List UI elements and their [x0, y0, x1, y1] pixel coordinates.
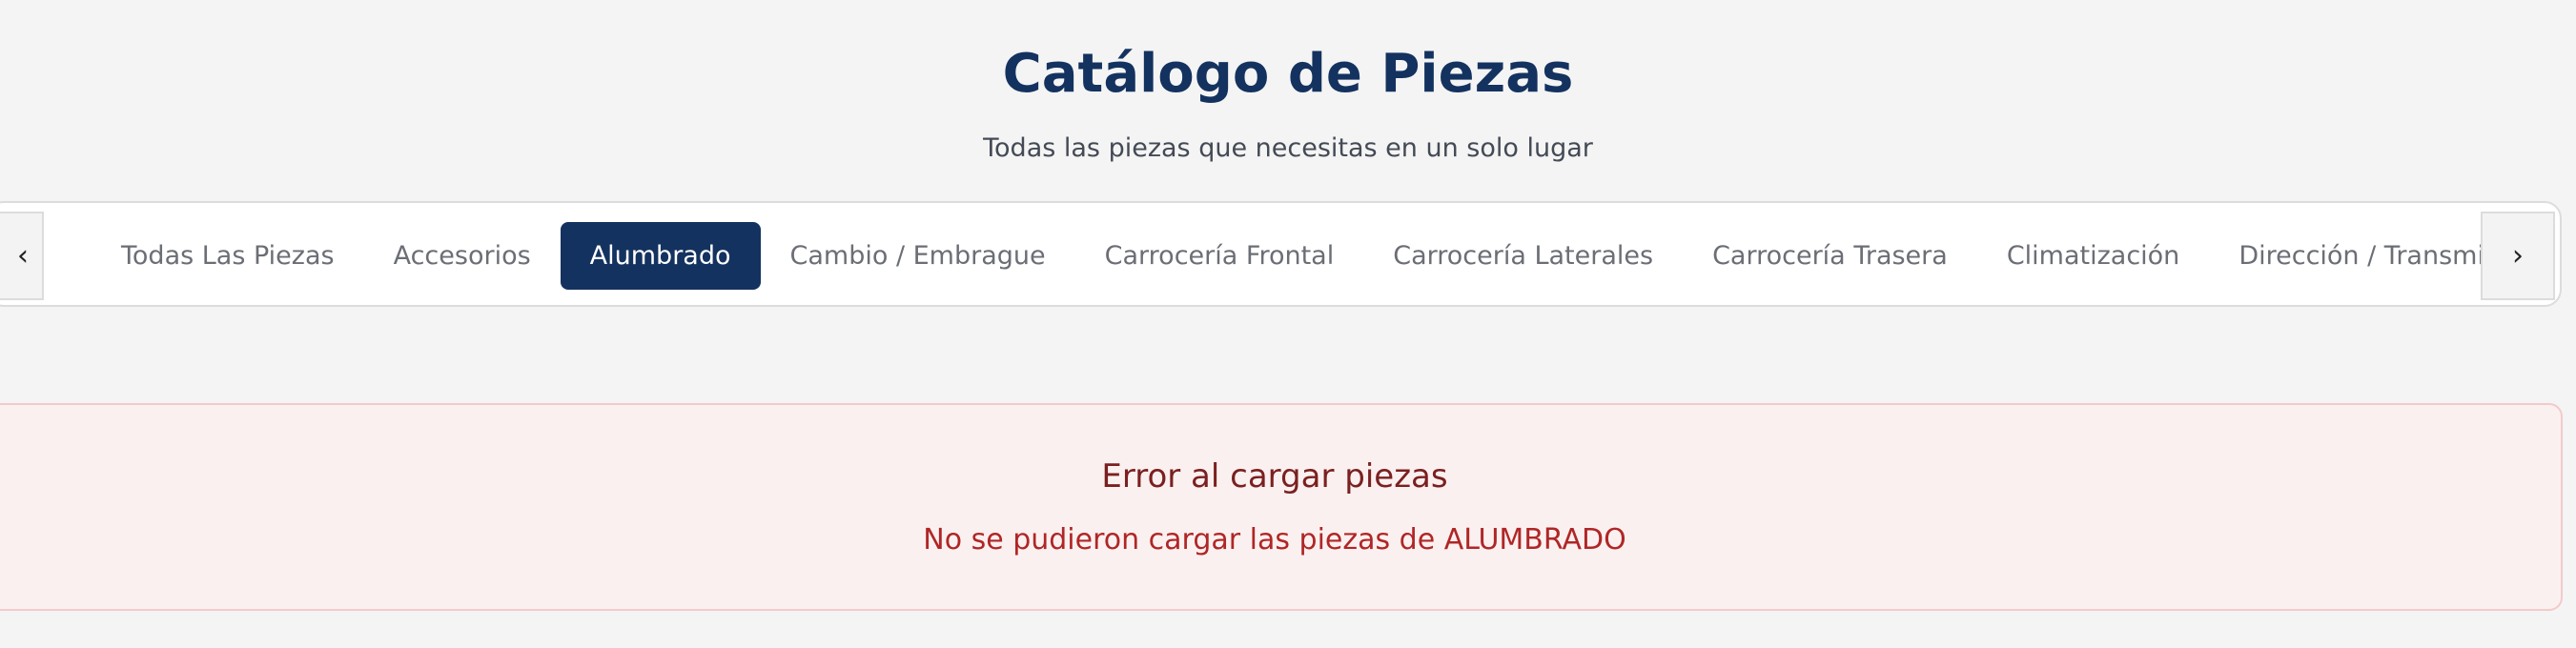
tab-carroceria-frontal[interactable]: Carrocería Frontal — [1075, 222, 1364, 290]
tab-cambio-embrague[interactable]: Cambio / Embrague — [761, 222, 1075, 290]
category-tabs: Todas Las Piezas Accesorios Alumbrado Ca… — [92, 222, 2481, 290]
tab-direccion-transmision[interactable]: Dirección / Transmisión — [2209, 222, 2481, 290]
chevron-left-icon: ‹ — [17, 239, 29, 273]
tab-accesorios[interactable]: Accesorios — [364, 222, 561, 290]
tab-carroceria-laterales[interactable]: Carrocería Laterales — [1363, 222, 1683, 290]
chevron-right-icon: › — [2512, 239, 2524, 273]
scroll-left-button[interactable]: ‹ — [0, 212, 44, 300]
category-tabs-viewport: Todas Las Piezas Accesorios Alumbrado Ca… — [44, 203, 2481, 305]
category-nav: ‹ Todas Las Piezas Accesorios Alumbrado … — [0, 201, 2562, 307]
page-title: Catálogo de Piezas — [1002, 43, 1574, 105]
page-subtitle: Todas las piezas que necesitas en un sol… — [983, 133, 1593, 163]
error-alert: Error al cargar piezas No se pudieron ca… — [0, 403, 2563, 611]
error-title: Error al cargar piezas — [1101, 457, 1448, 496]
error-message: No se pudieron cargar las piezas de ALUM… — [923, 523, 1626, 557]
tab-alumbrado[interactable]: Alumbrado — [560, 222, 761, 290]
tab-carroceria-trasera[interactable]: Carrocería Trasera — [1683, 222, 1977, 290]
tab-climatizacion[interactable]: Climatización — [1977, 222, 2210, 290]
tab-todas-las-piezas[interactable]: Todas Las Piezas — [92, 222, 364, 290]
scroll-right-button[interactable]: › — [2481, 212, 2555, 300]
